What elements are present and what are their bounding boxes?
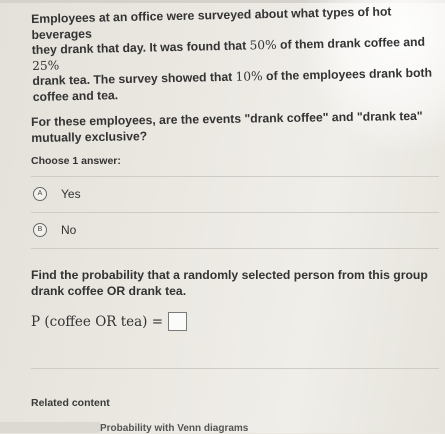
divider — [31, 176, 439, 177]
problem-statement: Employees at an office were surveyed abo… — [31, 3, 443, 105]
related-content-heading: Related content — [31, 397, 110, 409]
answer-input-box[interactable] — [168, 312, 188, 331]
choice-b-label: No — [61, 223, 77, 237]
exclusive-question: For these employees, are the events "dra… — [31, 109, 431, 146]
formula-lhs: P (coffee OR tea) = — [31, 313, 164, 330]
choice-b-no[interactable]: B No — [33, 220, 76, 240]
both-percent: 10% — [235, 69, 263, 84]
probability-formula: P (coffee OR tea) = — [31, 312, 188, 331]
divider — [31, 248, 439, 249]
prob-question-line-2: drank coffee OR drank tea. — [31, 283, 187, 298]
choice-a-badge[interactable]: A — [33, 187, 47, 201]
choice-b-badge[interactable]: B — [33, 223, 47, 237]
choose-answer-label: Choose 1 answer: — [31, 155, 121, 167]
prob-question-line-1: Find the probability that a randomly sel… — [31, 268, 428, 282]
choice-a-label: Yes — [61, 187, 81, 201]
top-rule — [0, 0, 445, 3]
related-link-venn-diagrams[interactable]: Probability with Venn diagrams — [100, 423, 248, 434]
choice-a-yes[interactable]: A Yes — [33, 184, 81, 204]
divider — [31, 212, 439, 213]
tea-percent: 25% — [31, 57, 60, 73]
page: Employees at an office were surveyed abo… — [0, 0, 445, 434]
related-thumbnail — [0, 422, 100, 433]
probability-question: Find the probability that a randomly sel… — [31, 268, 431, 299]
divider — [31, 368, 439, 369]
coffee-percent: 50% — [249, 37, 277, 53]
